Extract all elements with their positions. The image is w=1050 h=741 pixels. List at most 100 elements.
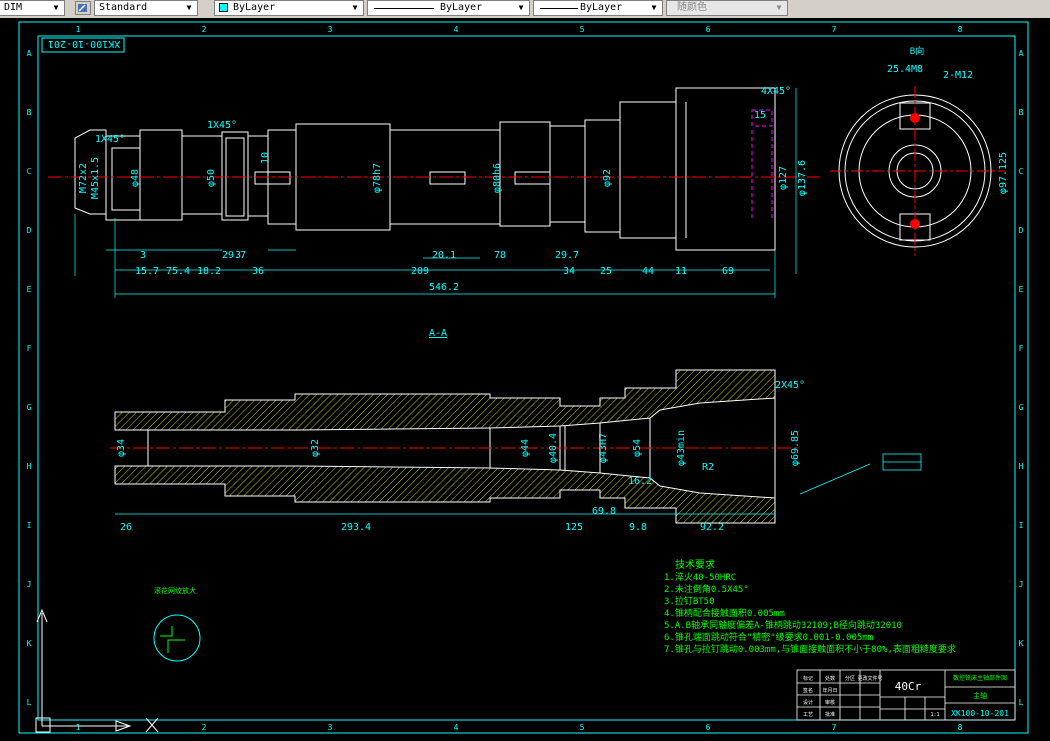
part-name: 主轴 (973, 691, 987, 700)
grid-row-label: G (1019, 403, 1024, 412)
grid-row-label: I (1019, 521, 1024, 530)
title-block-label: 签名 (803, 687, 813, 694)
dim-top-14: 11 (675, 266, 687, 277)
grid-row-label: C (27, 167, 32, 176)
title-block-label: 年月日 (822, 687, 837, 694)
drawing-canvas[interactable]: 1122334455667788A AB BC CD DE EF FG GH HI IJ JK KL L… (0, 18, 1050, 741)
dim-section-13: φ43min (676, 430, 687, 466)
title-block-label: 审核 (825, 699, 835, 706)
grid-col-label: 5 (580, 25, 585, 34)
tech-req-item: 4.锥柄配合接触面积0.005mm (664, 607, 785, 619)
title-code-top: XK100-10-201 (48, 38, 120, 49)
dim-misc-2: 4X45° (761, 86, 791, 97)
dim-section-2: 125 (565, 522, 583, 533)
dim-section-3: 9.8 (629, 522, 647, 533)
grid-col-label: 1 (76, 723, 81, 732)
chevron-down-icon[interactable]: ▼ (773, 1, 785, 15)
linetype-dropdown[interactable]: ByLayer ▼ (367, 0, 530, 16)
dim-bview-0: 25.4M8 (887, 64, 923, 75)
grid-row-label: C (1019, 167, 1024, 176)
grid-row-label: J (1019, 580, 1024, 589)
grid-row-label: A (1019, 49, 1024, 58)
dim-misc-6: φ78h7 (372, 163, 383, 193)
dim-section-11: φ43H7 (598, 433, 609, 463)
grid-row-label: B (1019, 108, 1024, 117)
dim-misc-12: M45x1.5 (90, 157, 101, 199)
tech-req-item: 2.未注倒角0.5X45° (664, 583, 749, 595)
tech-req-item: 1.淬火40-50HRC (664, 571, 736, 583)
dim-section-4: 92.2 (700, 522, 724, 533)
grid-col-label: 2 (202, 25, 207, 34)
dim-top-12: 25 (600, 266, 612, 277)
company-name: 数控铣床主轴部件图 (953, 674, 1007, 682)
grid-col-label: 3 (328, 25, 333, 34)
chevron-down-icon[interactable]: ▼ (183, 1, 195, 15)
dim-section-6: 2X45° (775, 380, 805, 391)
grid-col-label: 1 (76, 25, 81, 34)
grid-row-label: L (27, 698, 32, 707)
grid-row-label: E (27, 285, 32, 294)
chevron-down-icon[interactable]: ▼ (515, 1, 527, 15)
grid-row-label: E (1019, 285, 1024, 294)
dim-top-13: 44 (642, 266, 654, 277)
color-dropdown[interactable]: ByLayer ▼ (214, 0, 364, 16)
grid-row-label: F (1019, 344, 1024, 353)
dim-section-7: φ69.85 (790, 430, 801, 466)
dim-misc-11: M72x2 (78, 163, 89, 193)
lineweight-sample-icon (540, 8, 578, 9)
dim-top-2: 75.4 (166, 266, 190, 277)
dim-section-8: φ32 (310, 439, 321, 457)
title-block-label: 分区 (845, 675, 855, 682)
dim-section-14: φ34 (116, 439, 127, 457)
lineweight-dropdown[interactable]: ByLayer ▼ (533, 0, 663, 16)
dim-misc-8: φ92 (602, 169, 613, 187)
title-block-label: 更改文件号 (857, 675, 882, 682)
section-label: A-A (429, 328, 447, 339)
title-block-label: 处数 (825, 675, 835, 682)
b-view-label: B向 (910, 45, 924, 57)
dim-section-12: φ54 (632, 439, 643, 457)
text-style-dropdown[interactable]: Standard ▼ (94, 0, 198, 16)
title-block-label: 标记 (803, 675, 813, 682)
dim-misc-0: 1X45° (95, 134, 125, 145)
tech-req-item: 3.拉钉BT50 (664, 595, 715, 607)
grid-row-label: I (27, 521, 32, 530)
dim-style-dropdown[interactable]: DIM ▼ (0, 0, 65, 16)
title-block-label: 1:1 (930, 712, 939, 718)
dim-section-10: φ40.4 (548, 433, 559, 463)
material: 40Cr (895, 680, 922, 693)
dim-misc-7: φ80h6 (492, 163, 503, 193)
text-style-value: Standard (99, 2, 148, 13)
properties-toolbar: DIM ▼ Standard ▼ ByLayer ▼ ByLayer ▼ ByL… (0, 0, 1050, 19)
grid-col-label: 6 (706, 723, 711, 732)
chevron-down-icon[interactable]: ▼ (50, 1, 62, 15)
grid-row-label: D (27, 226, 32, 235)
dim-misc-4: φ50 (206, 169, 217, 187)
detail-note: 滚花网纹放大 (154, 586, 196, 595)
linetype-value: ByLayer (440, 2, 483, 13)
grid-col-label: 3 (328, 723, 333, 732)
grid-row-label: J (27, 580, 32, 589)
dim-section-9: φ44 (520, 439, 531, 457)
dim-top-11: 34 (563, 266, 575, 277)
title-block-label: 设计 (803, 699, 813, 706)
chevron-down-icon[interactable]: ▼ (648, 1, 660, 15)
dim-misc-5: φ48 (130, 169, 141, 187)
dim-section-0: 26 (120, 522, 132, 533)
text-style-icon[interactable] (75, 1, 91, 15)
dim-misc-9: φ127 (778, 166, 789, 190)
grid-row-label: K (1019, 639, 1024, 648)
drawing-number: XK100-10-201 (951, 709, 1009, 718)
dim-misc-13: 10 (260, 152, 271, 164)
grid-row-label: F (27, 344, 32, 353)
plot-style-dropdown[interactable]: 随颜色 ▼ (666, 0, 788, 16)
chevron-down-icon[interactable]: ▼ (349, 1, 361, 15)
grid-row-label: H (1019, 462, 1024, 471)
grid-row-label: A (27, 49, 32, 58)
dim-top-8: 20.1 (432, 250, 456, 261)
dim-misc-3: 15 (754, 110, 766, 121)
dim-style-value: DIM (4, 2, 23, 13)
dim-top-1: 15.7 (135, 266, 159, 277)
grid-row-label: L (1019, 698, 1024, 707)
plot-style-value: 随颜色 (677, 2, 707, 13)
